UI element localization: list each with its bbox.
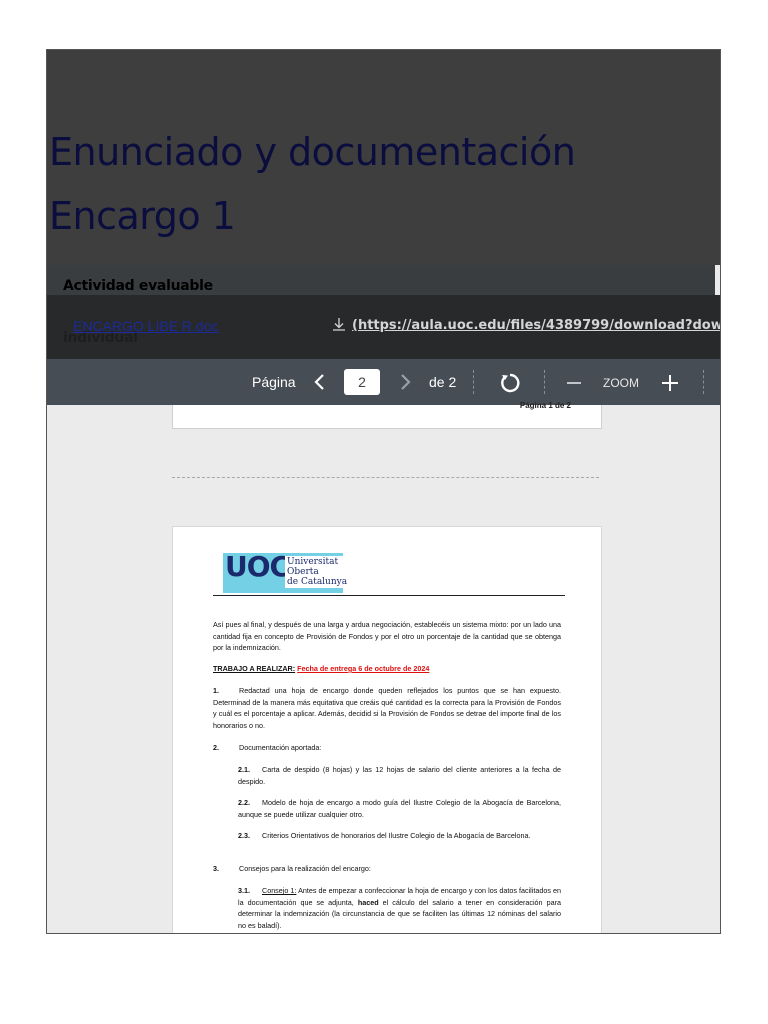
item-text: Redactad una hoja de encargo donde quede… [213, 686, 561, 730]
item-3: 3. Consejos para la realización del encar… [213, 863, 561, 875]
minus-icon[interactable] [566, 375, 582, 391]
task-heading-label: TRABAJO A REALIZAR: [213, 664, 296, 673]
item-1: 1. Redactad una hoja de encargo donde que… [213, 685, 561, 731]
deadline-text: Fecha de entrega 6 de octubre de 2024 [297, 664, 430, 673]
toolbar-divider [544, 370, 545, 394]
advice-label: Consejo 1: [262, 886, 297, 895]
toolbar-divider [473, 370, 474, 394]
logo-line: de Catalunya [287, 577, 348, 587]
previous-page-bottom: Página 1 de 2 [172, 401, 602, 429]
page-number-input[interactable] [344, 369, 380, 395]
uoc-logo-name: Universitat Oberta de Catalunya [285, 556, 350, 588]
intro-paragraph: Así pues al final, y después de una larg… [213, 620, 561, 652]
item-2-1: 2.1. Carta de despido (8 hojas) y las 12 … [238, 764, 561, 787]
header-rule [213, 595, 565, 596]
item-number: 3.1. [238, 886, 250, 895]
rotate-icon[interactable] [499, 372, 521, 394]
item-text: Consejos para la realización del encargo… [239, 864, 371, 873]
item-2: 2. Documentación aportada: [213, 742, 561, 754]
logo-line: Oberta [287, 567, 319, 577]
item-number: 1. [213, 686, 219, 695]
item-3-1: 3.1. Consejo 1: Antes de empezar a confec… [238, 885, 561, 931]
document-page-2: UOC Universitat Oberta de Catalunya Así … [172, 526, 602, 933]
item-text: Criterios Orientativos de honorarios del… [262, 831, 531, 840]
uoc-logo-mark: UOC [225, 550, 290, 583]
logo-line: Universitat [287, 557, 339, 567]
item-number: 2.2. [238, 798, 250, 807]
item-2-3: 2.3. Criterios Orientativos de honorarios… [238, 830, 561, 842]
zoom-label: ZOOM [603, 376, 639, 390]
file-name-link[interactable]: ENCARGO LIBE R.doc [73, 318, 219, 334]
activity-label: Actividad evaluable [63, 278, 213, 294]
item-text: Documentación aportada: [239, 743, 322, 752]
toolbar-divider [703, 370, 704, 394]
chevron-right-icon[interactable] [398, 373, 412, 391]
file-download-link[interactable]: (https://aula.uoc.edu/files/4389799/down… [352, 318, 720, 333]
item-text: Modelo de hoja de encargo a modo guía de… [238, 798, 561, 819]
task-heading: TRABAJO A REALIZAR: Fecha de entrega 6 d… [213, 663, 561, 675]
document-viewer: Enunciado y documentación Encargo 1 Acti… [46, 49, 721, 934]
download-icon[interactable] [331, 316, 347, 332]
page-footer: Página 1 de 2 [519, 401, 571, 410]
page-separator [172, 477, 599, 478]
item-number: 2.3. [238, 831, 250, 840]
item-text-bold: haced [357, 897, 379, 907]
plus-icon[interactable] [661, 374, 679, 392]
page-label: Página [252, 374, 296, 390]
item-number: 3. [213, 864, 219, 873]
item-text: Carta de despido (8 hojas) y las 12 hoja… [238, 765, 561, 786]
chevron-left-icon[interactable] [313, 373, 327, 391]
page-count: de 2 [429, 374, 457, 390]
page-title: Enunciado y documentación Encargo 1 [49, 130, 576, 238]
item-number: 2. [213, 743, 219, 752]
item-number: 2.1. [238, 765, 250, 774]
item-2-2: 2.2. Modelo de hoja de encargo a modo guí… [238, 797, 561, 820]
